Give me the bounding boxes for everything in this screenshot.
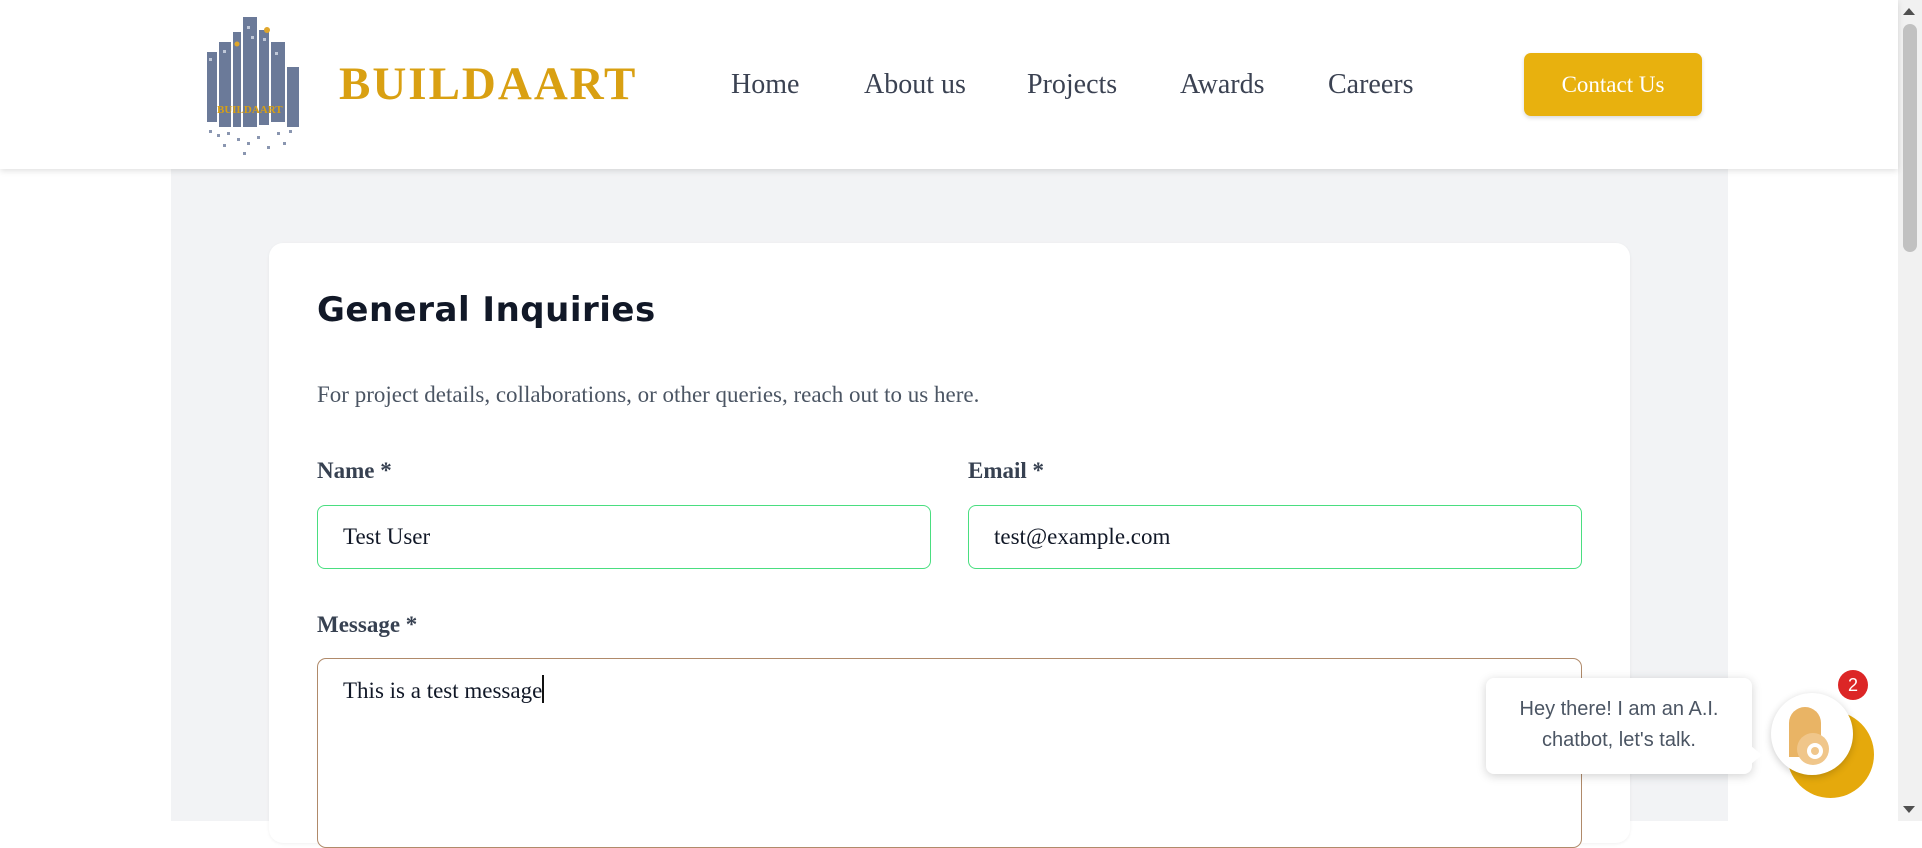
form-title: General Inquiries <box>317 290 656 330</box>
nav-awards[interactable]: Awards <box>1180 65 1265 105</box>
email-label: Email * <box>968 458 1045 483</box>
text-caret <box>542 675 545 703</box>
message-textarea[interactable]: This is a test message <box>317 658 1582 848</box>
nav-home[interactable]: Home <box>731 65 799 105</box>
scroll-down-arrow-icon[interactable] <box>1903 806 1915 813</box>
email-input[interactable]: test@example.com <box>968 505 1582 569</box>
contact-us-button[interactable]: Contact Us <box>1524 53 1702 116</box>
page-scrollbar[interactable] <box>1898 0 1922 821</box>
message-text: This is a test message <box>343 678 543 703</box>
chatbot-greeting-line1: Hey there! I am an A.I. <box>1519 698 1719 720</box>
nav-careers[interactable]: Careers <box>1328 65 1414 105</box>
message-label: Message * <box>317 612 418 637</box>
buildaart-logo-icon[interactable]: BUILDAART <box>199 12 313 158</box>
chatbot-logo-icon <box>1789 707 1829 765</box>
nav-projects[interactable]: Projects <box>1027 65 1117 105</box>
chatbot-greeting-bubble[interactable]: Hey there! I am an A.I. chatbot, let's t… <box>1486 678 1762 774</box>
site-header: BUILDAART BUILDAART Home About us Projec… <box>0 0 1898 169</box>
notification-badge: 2 <box>1838 670 1868 700</box>
scroll-up-arrow-icon[interactable] <box>1903 8 1915 15</box>
form-subtitle: For project details, collaborations, or … <box>317 382 980 407</box>
scrollbar-thumb[interactable] <box>1903 24 1917 252</box>
chatbot-avatar-icon[interactable] <box>1771 693 1853 775</box>
nav-about-us[interactable]: About us <box>864 65 966 105</box>
logo-wordmark: BUILDAART <box>217 104 283 116</box>
name-label: Name * <box>317 458 392 483</box>
brand-name[interactable]: BUILDAART <box>339 56 637 112</box>
name-input[interactable]: Test User <box>317 505 931 569</box>
chatbot-greeting-line2: chatbot, let's talk. <box>1542 729 1696 751</box>
